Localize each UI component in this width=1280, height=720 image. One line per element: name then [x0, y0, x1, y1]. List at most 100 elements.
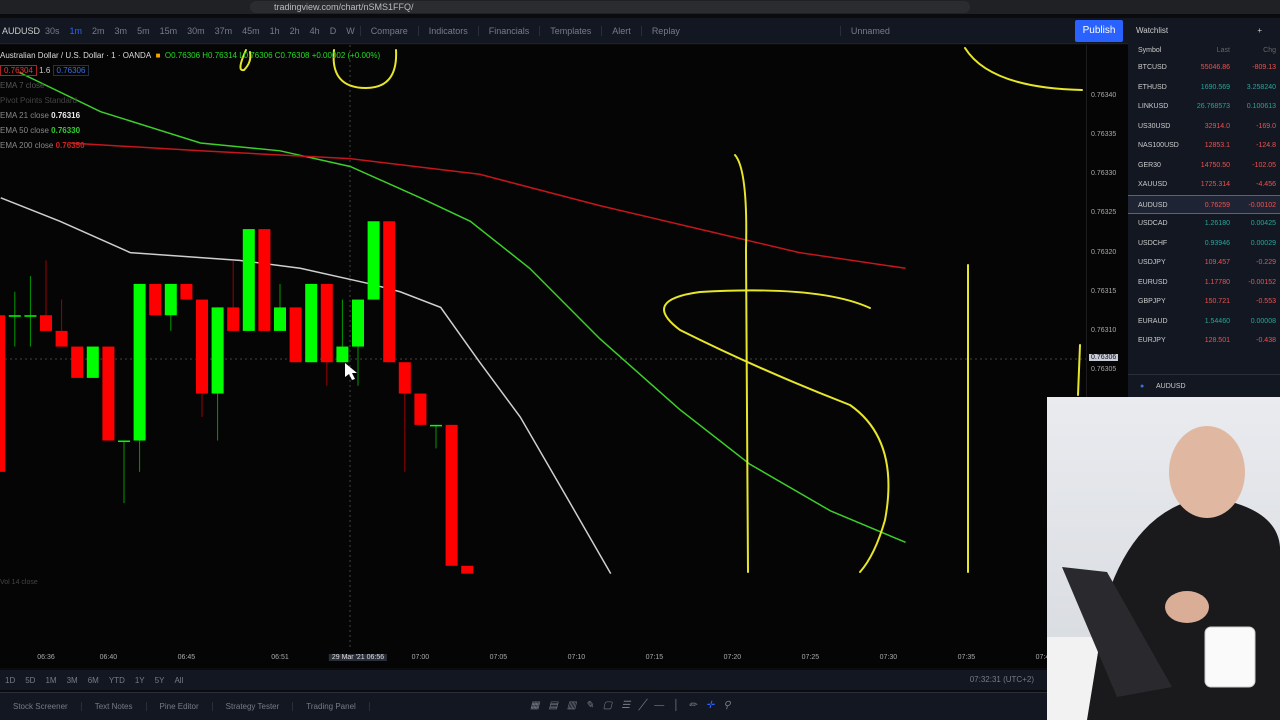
horizontal-line-icon[interactable]: — [654, 700, 664, 711]
range-1Y[interactable]: 1Y [130, 676, 150, 685]
interval-30s[interactable]: 30s [40, 26, 65, 36]
candle[interactable] [40, 260, 52, 331]
watchlist-row[interactable]: EURAUD 1.54460 0.00008 [1128, 312, 1280, 332]
range-YTD[interactable]: YTD [104, 676, 130, 685]
interval-1m[interactable]: 1m [65, 26, 88, 36]
watchlist-row[interactable]: AUDUSD 0.76259 -0.00102 [1128, 194, 1280, 214]
candle[interactable] [8, 291, 21, 347]
replay-button[interactable]: Replay [640, 25, 690, 36]
interval-2m[interactable]: 2m [87, 26, 110, 36]
vertical-line-icon[interactable]: │ [673, 700, 679, 711]
candle[interactable] [196, 299, 208, 418]
candle[interactable] [320, 283, 333, 386]
indicator-pivots[interactable]: Pivot Points Standard [0, 96, 77, 105]
layout-name[interactable]: Unnamed [839, 25, 900, 36]
watchlist-row[interactable]: BTCUSD 55046.86 -809.13 [1128, 58, 1280, 78]
indicator-ema200[interactable]: EMA 200 close [0, 141, 53, 150]
interval-3m[interactable]: 3m [110, 26, 133, 36]
time-axis[interactable]: 06:36 06:40 06:45 06:51 29 Mar '21 06:56 07:0… [0, 648, 1086, 668]
interval-5m[interactable]: 5m [132, 26, 155, 36]
candle[interactable] [149, 283, 162, 316]
clock[interactable]: 07:32:31 (UTC+2) [965, 675, 1039, 684]
watchlist-row[interactable]: US30USD 32914.0 -169.0 [1128, 117, 1280, 137]
bottom-tab[interactable]: Trading Panel [293, 702, 370, 711]
add-symbol-icon[interactable]: + [1257, 18, 1262, 44]
publish-button[interactable]: Publish [1075, 20, 1123, 42]
grid-icon[interactable]: ▦ [530, 700, 539, 711]
range-5D[interactable]: 5D [20, 676, 40, 685]
trendline-icon[interactable]: ╱ [639, 700, 645, 711]
alert-button[interactable]: Alert [601, 25, 641, 36]
bottom-tab[interactable]: Text Notes [82, 702, 147, 711]
bottom-tab[interactable]: Pine Editor [147, 702, 213, 711]
rectangle-icon[interactable]: ▢ [603, 700, 612, 711]
candle[interactable] [305, 283, 318, 363]
interval-1h[interactable]: 1h [265, 26, 285, 36]
sell-button[interactable]: 0.76304 [0, 65, 37, 76]
candle[interactable] [383, 221, 396, 363]
candle[interactable] [430, 424, 442, 449]
watchlist-row[interactable]: USDCHF 0.93946 0.00029 [1128, 234, 1280, 254]
bottom-tab[interactable]: Strategy Tester [213, 702, 294, 711]
range-1D[interactable]: 1D [0, 676, 20, 685]
interval-4h[interactable]: 4h [305, 26, 325, 36]
interval-45m[interactable]: 45m [237, 26, 265, 36]
col-chg[interactable]: Chg [1230, 44, 1276, 58]
compare-button[interactable]: Compare [359, 25, 418, 36]
watchlist-row[interactable]: GER30 14750.50 -102.05 [1128, 156, 1280, 176]
table-icon[interactable]: ▥ [567, 700, 576, 711]
interval-37m[interactable]: 37m [210, 26, 238, 36]
candle[interactable] [118, 440, 130, 504]
range-1M[interactable]: 1M [40, 676, 61, 685]
candle[interactable] [86, 346, 99, 378]
range-All[interactable]: All [169, 676, 188, 685]
candle[interactable] [164, 283, 177, 331]
dollar-s-drawing[interactable] [663, 289, 890, 573]
interval-30m[interactable]: 30m [182, 26, 210, 36]
buy-button[interactable]: 0.76306 [52, 65, 90, 76]
drawing-stroke[interactable] [734, 154, 749, 573]
range-3M[interactable]: 3M [62, 676, 83, 685]
ma-line-ema21[interactable] [0, 197, 612, 575]
indicator-ema21[interactable]: EMA 21 close [0, 111, 49, 120]
interval-D[interactable]: D [325, 26, 342, 36]
candle[interactable] [180, 283, 193, 300]
pen-icon[interactable]: ✏ [688, 700, 696, 711]
drawing-stroke[interactable] [1077, 344, 1081, 396]
candle[interactable] [414, 393, 427, 425]
watchlist-row[interactable]: NAS100USD 12853.1 -124.8 [1128, 136, 1280, 156]
interval-W[interactable]: W [341, 26, 360, 36]
candle[interactable] [367, 221, 380, 300]
watchlist-row[interactable]: EURJPY 128.501 -0.438 [1128, 331, 1280, 351]
watchlist-row[interactable]: XAUUSD 1725.314 -4.456 [1128, 175, 1280, 195]
financials-button[interactable]: Financials [477, 25, 540, 36]
candle[interactable] [242, 229, 255, 331]
drawing-stroke[interactable] [964, 47, 1083, 91]
volume-indicator-label[interactable]: Vol 14 close [0, 579, 38, 586]
candle[interactable] [133, 283, 146, 472]
brush-icon[interactable]: ✎ [585, 700, 593, 711]
watchlist-row[interactable]: GBPJPY 150.721 -0.553 [1128, 292, 1280, 312]
candle[interactable] [211, 307, 224, 441]
watchlist-row[interactable]: USDCAD 1.26180 0.00425 [1128, 214, 1280, 234]
candle[interactable] [289, 307, 302, 363]
watchlist-row[interactable]: EURUSD 1.17780 -0.00152 [1128, 273, 1280, 293]
symbol-search[interactable]: AUDUSD [0, 26, 40, 36]
candle[interactable] [55, 299, 68, 347]
address-bar[interactable]: tradingview.com/chart/nSMS1FFQ/ [250, 1, 970, 13]
templates-button[interactable]: Templates [539, 25, 601, 36]
bottom-tab[interactable]: Stock Screener [0, 702, 82, 711]
interval-15m[interactable]: 15m [155, 26, 183, 36]
candle[interactable] [445, 424, 458, 566]
ma-line-ema200[interactable] [69, 142, 906, 270]
zoom-icon[interactable]: ⚲ [723, 700, 730, 711]
layout-icon[interactable]: ▤ [548, 700, 557, 711]
candle[interactable] [71, 346, 84, 378]
range-6M[interactable]: 6M [83, 676, 104, 685]
candle[interactable] [274, 283, 286, 331]
candle[interactable] [461, 565, 474, 574]
candle[interactable] [227, 260, 240, 331]
fib-icon[interactable]: ☰ [621, 700, 630, 711]
candle[interactable] [102, 346, 115, 441]
watchlist-row[interactable]: USDJPY 109.457 -0.229 [1128, 253, 1280, 273]
